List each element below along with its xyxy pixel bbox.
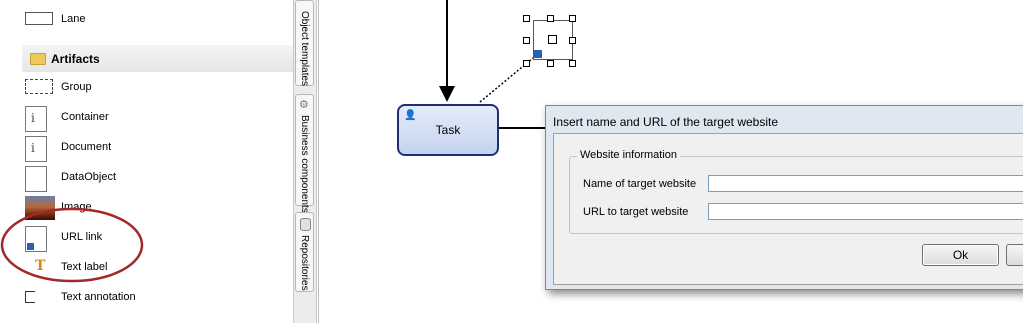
tab-repositories[interactable]: Repositories [295,212,314,292]
resize-handle[interactable] [569,15,576,22]
palette-item-label: Image [61,201,92,213]
tab-label: Repositories [299,235,310,291]
text-annotation-icon [25,291,35,303]
group-icon [25,79,53,94]
palette-item-label: Group [61,81,92,93]
palette-item-label: Container [61,111,109,123]
palette-item-lane[interactable]: Lane [0,6,293,36]
url-field-label: URL to target website [583,206,689,218]
task-node[interactable]: 👤 Task [397,104,499,156]
task-label: Task [435,123,461,137]
url-input[interactable] [708,203,1023,220]
palette-item-label: Text label [61,261,108,273]
text-label-icon: T [35,258,46,274]
section-title: Artifacts [51,52,100,66]
document-icon: i [25,136,47,162]
artifacts-section-header[interactable]: Artifacts [22,45,293,72]
palette-item-label: Lane [61,13,86,25]
palette-item-label: DataObject [61,171,117,183]
url-link-icon [25,226,47,252]
resize-handle[interactable] [547,15,554,22]
palette-item-label: Document [61,141,112,153]
center-handle [548,35,557,44]
palette-item-container[interactable]: i Container [0,104,293,134]
container-icon: i [25,106,47,132]
website-info-group: Website information Name of target websi… [569,149,1023,234]
tab-label: Business components [299,115,310,213]
shortcut-arrow-icon [534,50,542,58]
artifact-palette: Lane Artifacts Group i Container i Docum… [0,0,293,323]
panel-divider[interactable] [318,0,319,323]
palette-item-image[interactable]: Image [0,194,293,224]
vertical-tab-strip: Object templates ⚙ Business components R… [293,0,317,323]
lane-icon [25,12,53,25]
ok-button[interactable]: Ok [922,244,999,266]
resize-handle[interactable] [569,60,576,67]
palette-item-url-link[interactable]: URL link [0,224,293,254]
palette-item-label: URL link [61,231,103,243]
palette-item-label: Text annotation [61,291,136,303]
user-task-icon: 👤 [404,110,417,121]
tab-label: Object templates [299,11,310,87]
container-glyph: i [31,111,35,125]
document-glyph: i [31,141,35,155]
dialog-title: Insert name and URL of the target websit… [553,115,779,129]
resize-handle[interactable] [547,60,554,67]
dataobject-icon [25,166,47,192]
name-input[interactable] [708,175,1023,192]
palette-item-group[interactable]: Group [0,74,293,104]
url-link-node[interactable] [533,20,573,60]
resize-handle[interactable] [523,37,530,44]
name-field-label: Name of target website [583,178,697,190]
folder-icon [30,53,46,65]
image-icon [25,196,55,220]
palette-item-text-label[interactable]: T Text label [0,254,293,284]
resize-handle[interactable] [523,15,530,22]
tab-business-components[interactable]: ⚙ Business components [295,94,314,213]
cancel-button[interactable] [1006,244,1023,266]
group-label: Website information [577,149,681,161]
palette-item-document[interactable]: i Document [0,134,293,164]
url-dialog: Insert name and URL of the target websit… [545,105,1023,290]
resize-handle[interactable] [523,60,530,67]
dialog-body: Website information Name of target websi… [553,133,1023,285]
database-icon [300,218,311,231]
shortcut-arrow-icon [27,243,34,250]
gear-icon: ⚙ [299,99,309,111]
resize-handle[interactable] [569,37,576,44]
palette-item-text-annotation[interactable]: Text annotation [0,284,293,314]
palette-item-dataobject[interactable]: DataObject [0,164,293,194]
tab-object-templates[interactable]: Object templates [295,0,314,86]
